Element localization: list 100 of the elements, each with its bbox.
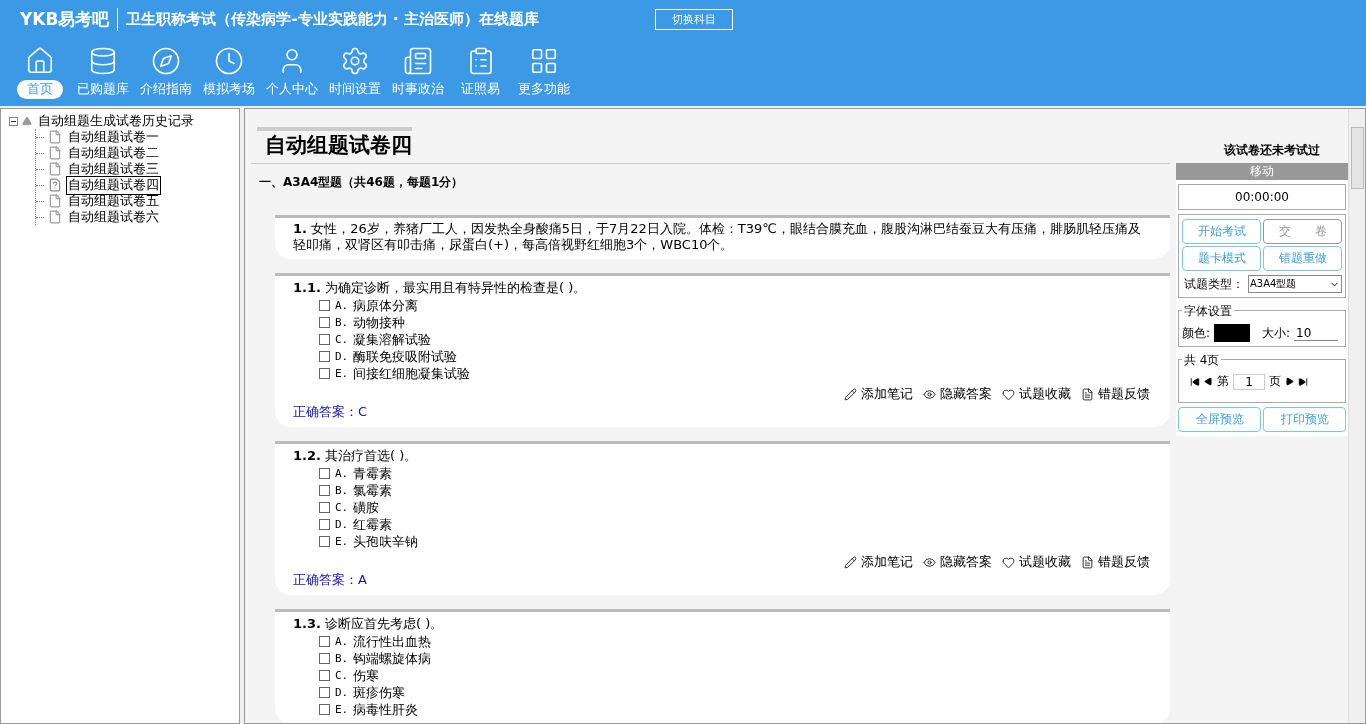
triangle-icon	[22, 116, 32, 126]
option-text: 流行性出血热	[353, 632, 432, 651]
paper-title: 自动组题试卷四	[257, 127, 412, 159]
exam-status: 该试卷还未考试过	[1224, 142, 1320, 159]
option-checkbox[interactable]	[319, 519, 330, 530]
question-action-link[interactable]: 添加笔记	[844, 386, 913, 403]
font-size-field[interactable]: 10	[1294, 325, 1339, 341]
question-action-link[interactable]: 隐藏答案	[923, 554, 992, 571]
option-checkbox[interactable]	[319, 536, 330, 547]
option-text: 病毒性肝炎	[353, 700, 419, 719]
pencil-icon	[844, 556, 857, 569]
option-text: 动物接种	[353, 313, 406, 332]
page-field[interactable]: 1	[1233, 373, 1265, 390]
option-text: 氯霉素	[353, 481, 393, 500]
scrollbar[interactable]	[1348, 109, 1365, 723]
previous-page-icon[interactable]	[1204, 377, 1213, 386]
option-checkbox[interactable]	[319, 317, 330, 328]
app-logo: YKB易考吧	[20, 7, 119, 31]
document-icon	[48, 162, 62, 176]
action-label: 试题收藏	[1019, 554, 1071, 571]
document-icon	[48, 194, 62, 208]
option-letter: E.	[335, 703, 349, 716]
action-label: 隐藏答案	[940, 554, 992, 571]
timer: 00:00:00	[1178, 184, 1346, 210]
option-checkbox[interactable]	[319, 468, 330, 479]
option-checkbox[interactable]	[319, 636, 330, 647]
heart-icon	[1002, 388, 1015, 401]
page-prefix: 第	[1217, 373, 1229, 390]
option-checkbox[interactable]	[319, 351, 330, 362]
option-checkbox[interactable]	[319, 670, 330, 681]
question-stem: 1.1. 为确定诊断，最实用且有特异性的检查是( )。	[293, 279, 588, 297]
option-text: 钩端螺旋体病	[353, 649, 432, 668]
question-stem: 1.2. 其治疗首选( )。	[293, 447, 419, 465]
option-text: 酶联免疫吸附试验	[353, 347, 458, 366]
section-heading: 一、A3A4型题（共46题，每题1分）	[251, 163, 1170, 203]
question-action-link[interactable]: 试题收藏	[1002, 386, 1071, 403]
option-letter: A.	[335, 635, 349, 648]
action-label: 添加笔记	[861, 386, 913, 403]
question-action-link[interactable]: 添加笔记	[844, 554, 913, 571]
option-checkbox[interactable]	[319, 368, 330, 379]
page-count-legend: 共 4页	[1182, 352, 1222, 369]
color-swatch[interactable]	[1214, 324, 1251, 342]
option-letter: C.	[335, 669, 349, 682]
eye-icon	[923, 388, 936, 401]
question-action-link[interactable]: 隐藏答案	[923, 386, 992, 403]
option-checkbox[interactable]	[319, 687, 330, 698]
option-letter: E.	[335, 535, 349, 548]
option-checkbox[interactable]	[319, 334, 330, 345]
document-icon	[1081, 556, 1094, 569]
color-label: 颜色:	[1182, 324, 1211, 342]
action-label: 试题收藏	[1019, 386, 1071, 403]
option-text: 伤寒	[353, 666, 380, 685]
question-type-select[interactable]: A3A4型题	[1248, 275, 1342, 293]
option-letter: C.	[335, 501, 349, 514]
option-text: 间接红细胞凝集试验	[353, 364, 471, 383]
option-text: 凝集溶解试验	[353, 330, 432, 349]
document-icon	[48, 178, 62, 192]
option-letter: B.	[335, 652, 349, 665]
option-letter: D.	[335, 518, 349, 531]
last-page-icon[interactable]	[1298, 376, 1308, 387]
action-label: 错题反馈	[1098, 386, 1150, 403]
collapse-toggle[interactable]	[9, 116, 18, 126]
question-stem: 1.3. 诊断应首先考虑( )。	[293, 615, 445, 633]
option-letter: A.	[335, 299, 349, 312]
option-letter: C.	[335, 333, 349, 346]
option-letter: E.	[335, 367, 349, 380]
document-icon	[1081, 388, 1094, 401]
page-suffix: 页	[1269, 373, 1281, 390]
question-action-link[interactable]: 错题反馈	[1081, 554, 1150, 571]
font-settings-legend: 字体设置	[1182, 303, 1234, 320]
option-checkbox[interactable]	[319, 502, 330, 513]
option-letter: A.	[335, 467, 349, 480]
option-checkbox[interactable]	[319, 653, 330, 664]
eye-icon	[923, 556, 936, 569]
app-title: 卫生职称考试（传染病学-专业实践能力 · 主治医师）在线题库	[126, 9, 539, 29]
correct-answer: 正确答案：A	[293, 572, 367, 587]
option-checkbox[interactable]	[319, 300, 330, 311]
type-label: 试题类型：	[1184, 275, 1244, 293]
question-action-link[interactable]: 试题收藏	[1002, 554, 1071, 571]
next-page-icon[interactable]	[1285, 377, 1294, 386]
option-checkbox[interactable]	[319, 704, 330, 715]
option-text: 病原体分离	[353, 296, 419, 315]
action-label: 隐藏答案	[940, 386, 992, 403]
option-checkbox[interactable]	[319, 485, 330, 496]
option-text: 头孢呋辛钠	[353, 532, 419, 551]
case-text: 1. 女性，26岁，养猪厂工人，因发热全身酸痛5日，于7月22日入院。体检：T39℃，眼结合膜充血，腹股沟淋巴结蚕豆大有压痛，腓肠肌轻压痛及轻叩痛，双肾区有叩击痛，尿蛋白(+)，每高倍视野红细胞3个，WBC10个。	[293, 221, 1142, 253]
correct-answer: 正确答案：C	[293, 404, 368, 419]
option-text: 青霉素	[353, 464, 393, 483]
option-text: 红霉素	[353, 515, 393, 534]
document-icon	[48, 146, 62, 160]
action-label: 错题反馈	[1098, 554, 1150, 571]
option-letter: D.	[335, 686, 349, 699]
document-icon	[48, 130, 62, 144]
option-letter: B.	[335, 484, 349, 497]
tree-item[interactable]: 自动组题试卷四	[66, 175, 161, 195]
question-action-link[interactable]: 错题反馈	[1081, 386, 1150, 403]
option-text: 磺胺	[353, 498, 380, 517]
action-label: 添加笔记	[861, 554, 913, 571]
size-label: 大小:	[1262, 324, 1291, 342]
first-page-icon[interactable]	[1190, 376, 1200, 387]
